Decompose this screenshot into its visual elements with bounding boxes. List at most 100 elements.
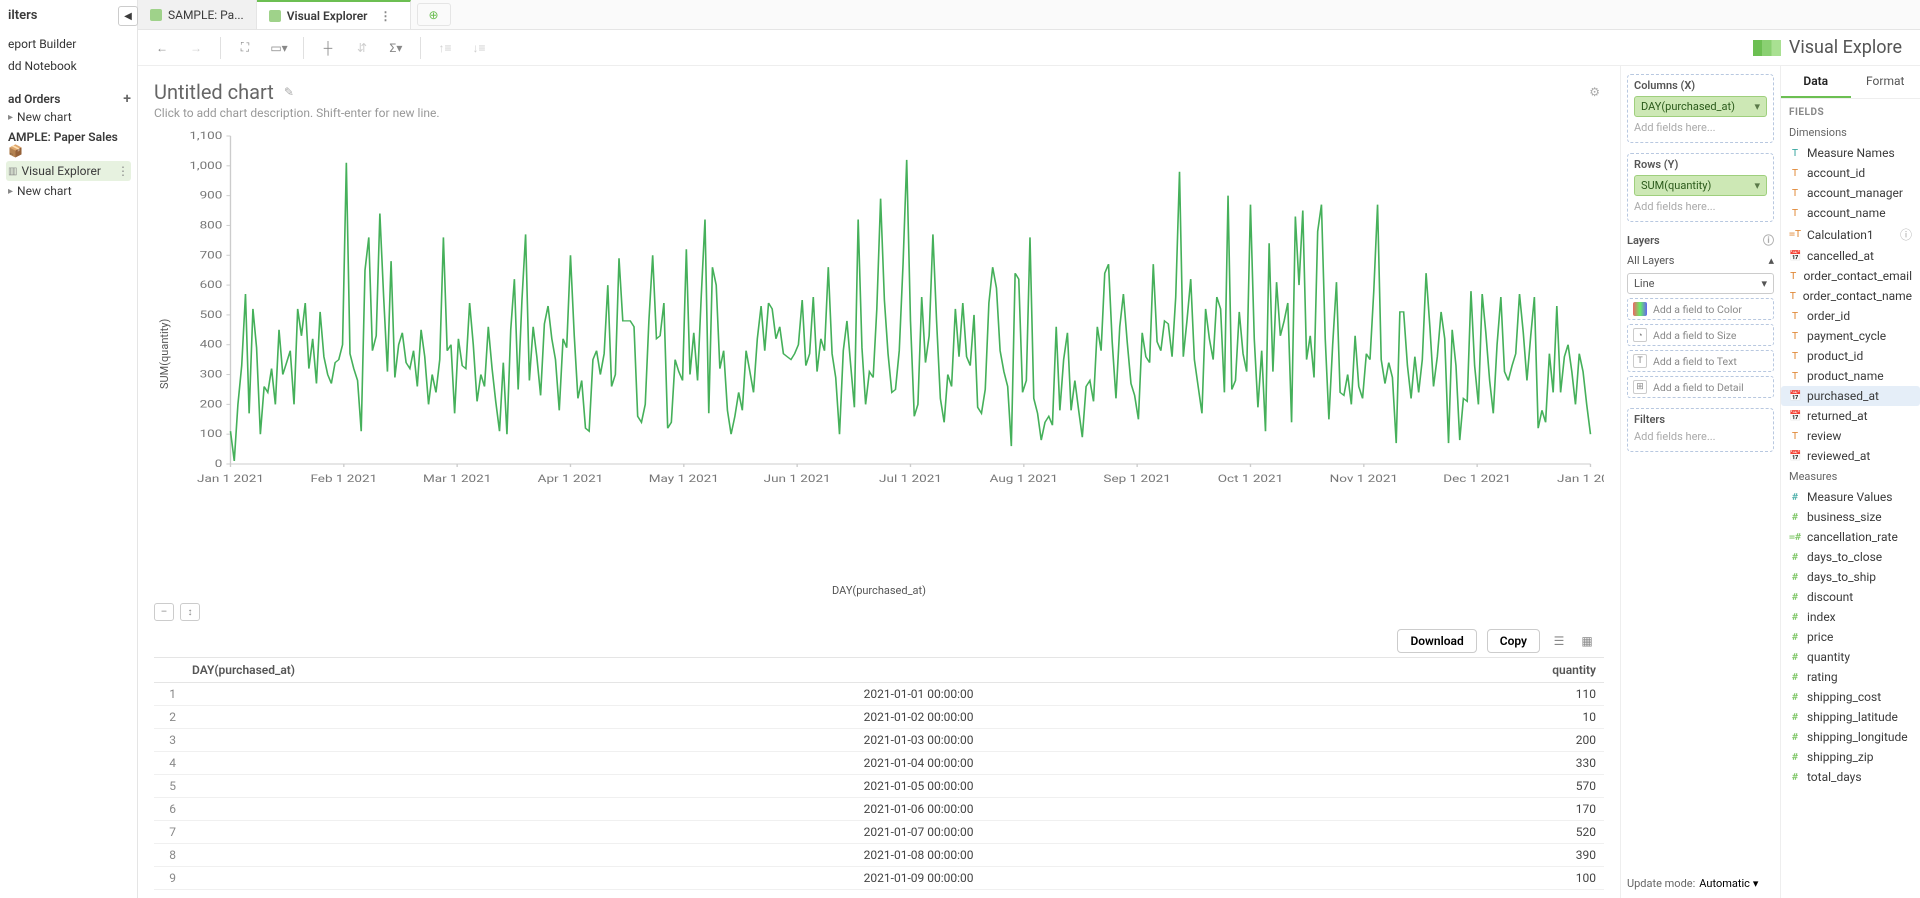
field-days_to_ship[interactable]: # days_to_ship: [1781, 567, 1920, 587]
sample-paper-sales-item[interactable]: AMPLE: Paper Sales 📦: [6, 127, 131, 161]
chart-settings-icon[interactable]: ⚙: [1585, 81, 1604, 103]
tab-visual-explorer[interactable]: Visual Explorer ⋮: [257, 0, 411, 29]
text-drop[interactable]: TAdd a field to Text: [1627, 350, 1774, 372]
field-account_manager[interactable]: T account_manager: [1781, 183, 1920, 203]
field-product_name[interactable]: T product_name: [1781, 366, 1920, 386]
fields-tab-data[interactable]: Data: [1781, 66, 1851, 98]
field-measure-names[interactable]: T Measure Names: [1781, 143, 1920, 163]
field-price[interactable]: # price: [1781, 627, 1920, 647]
columns-pill[interactable]: DAY(purchased_at)▾: [1634, 96, 1767, 117]
fields-tab-format[interactable]: Format: [1851, 66, 1920, 98]
table-row[interactable]: 8 2021-01-08 00:00:00 390: [154, 844, 1604, 867]
undo-button[interactable]: ←: [148, 34, 176, 62]
detail-drop[interactable]: ⊞Add a field to Detail: [1627, 376, 1774, 398]
collapse-chart-button[interactable]: –: [154, 603, 174, 621]
field-cancellation_rate[interactable]: =# cancellation_rate: [1781, 527, 1920, 547]
table-row[interactable]: 6 2021-01-06 00:00:00 170: [154, 798, 1604, 821]
chart-description[interactable]: Click to add chart description. Shift-en…: [154, 106, 1604, 120]
tab-menu-icon[interactable]: ⋮: [374, 9, 398, 23]
rows-placeholder[interactable]: Add fields here...: [1634, 200, 1767, 213]
field-shipping_latitude[interactable]: # shipping_latitude: [1781, 707, 1920, 727]
layers-header[interactable]: Layers ⓘ: [1627, 232, 1774, 248]
field-shipping_longitude[interactable]: # shipping_longitude: [1781, 727, 1920, 747]
field-product_id[interactable]: T product_id: [1781, 346, 1920, 366]
field-order_id[interactable]: T order_id: [1781, 306, 1920, 326]
edit-title-icon[interactable]: ✎: [284, 85, 294, 99]
filters-placeholder[interactable]: Add fields here...: [1634, 430, 1767, 443]
expand-chart-button[interactable]: ↕: [180, 603, 200, 621]
info-icon[interactable]: ⓘ: [1763, 232, 1774, 248]
table-row[interactable]: 4 2021-01-04 00:00:00 330: [154, 752, 1604, 775]
table-row[interactable]: 7 2021-01-07 00:00:00 520: [154, 821, 1604, 844]
add-notebook-link[interactable]: dd Notebook: [6, 55, 131, 77]
field-cancelled_at[interactable]: 📅 cancelled_at: [1781, 246, 1920, 266]
field-purchased_at[interactable]: 📅 purchased_at: [1781, 386, 1920, 406]
field-index[interactable]: # index: [1781, 607, 1920, 627]
field-returned_at[interactable]: 📅 returned_at: [1781, 406, 1920, 426]
swap-button[interactable]: ⇵: [348, 34, 376, 62]
col-date-header[interactable]: DAY(purchased_at): [184, 658, 982, 683]
collapse-sidebar-button[interactable]: ◀: [118, 6, 138, 26]
field-shipping_cost[interactable]: # shipping_cost: [1781, 687, 1920, 707]
field-type-icon: #: [1789, 732, 1801, 743]
mark-type-select[interactable]: Line▾: [1627, 273, 1774, 294]
svg-text:400: 400: [200, 338, 223, 350]
item-menu-icon[interactable]: ⋮: [117, 164, 129, 178]
all-layers-toggle[interactable]: All Layers ▴: [1627, 254, 1774, 267]
table-row[interactable]: 9 2021-01-09 00:00:00 100: [154, 867, 1604, 890]
visual-explorer-item[interactable]: ▥ Visual Explorer ⋮: [6, 161, 131, 181]
tab-sample[interactable]: SAMPLE: Pa...: [138, 0, 257, 29]
copy-button[interactable]: Copy: [1487, 629, 1540, 653]
field-rating[interactable]: # rating: [1781, 667, 1920, 687]
table-view-icon[interactable]: ☰: [1550, 632, 1568, 650]
field-type-icon: #: [1789, 772, 1801, 783]
field-review[interactable]: T review: [1781, 426, 1920, 446]
chart-title[interactable]: Untitled chart: [154, 80, 274, 104]
field-type-icon: #: [1789, 712, 1801, 723]
redo-button[interactable]: →: [182, 34, 210, 62]
rows-shelf[interactable]: Rows (Y) SUM(quantity)▾ Add fields here.…: [1627, 153, 1774, 222]
table-row[interactable]: 5 2021-01-05 00:00:00 570: [154, 775, 1604, 798]
chevron-up-icon: ▴: [1768, 254, 1774, 267]
fit-button[interactable]: ⛶: [231, 34, 259, 62]
sort-desc-button[interactable]: ↓≡: [465, 34, 493, 62]
chart-canvas[interactable]: 01002003004005006007008009001,0001,100Ja…: [171, 130, 1604, 578]
table-row[interactable]: 1 2021-01-01 00:00:00 110: [154, 683, 1604, 706]
col-qty-header[interactable]: quantity: [982, 658, 1605, 683]
field-order_contact_email[interactable]: T order_contact_email: [1781, 266, 1920, 286]
field-business_size[interactable]: # business_size: [1781, 507, 1920, 527]
new-tab-button[interactable]: ⊕: [417, 3, 451, 26]
filters-shelf[interactable]: Filters Add fields here...: [1627, 408, 1774, 452]
field-reviewed_at[interactable]: 📅 reviewed_at: [1781, 446, 1920, 466]
add-axis-button[interactable]: ┼: [314, 34, 342, 62]
field-discount[interactable]: # discount: [1781, 587, 1920, 607]
update-mode-select[interactable]: Automatic ▾: [1699, 877, 1758, 890]
field-account_id[interactable]: T account_id: [1781, 163, 1920, 183]
field-payment_cycle[interactable]: T payment_cycle: [1781, 326, 1920, 346]
field-days_to_close[interactable]: # days_to_close: [1781, 547, 1920, 567]
field-total_days[interactable]: # total_days: [1781, 767, 1920, 787]
color-drop[interactable]: Add a field to Color: [1627, 298, 1774, 320]
field-account_name[interactable]: T account_name: [1781, 203, 1920, 223]
field-measure-values[interactable]: # Measure Values: [1781, 487, 1920, 507]
sort-asc-button[interactable]: ↑≡: [431, 34, 459, 62]
report-builder-link[interactable]: eport Builder: [6, 33, 131, 55]
rows-pill[interactable]: SUM(quantity)▾: [1634, 175, 1767, 196]
size-drop[interactable]: ◔Add a field to Size: [1627, 324, 1774, 346]
card-view-icon[interactable]: ▦: [1578, 632, 1596, 650]
add-chart-icon[interactable]: +: [123, 91, 131, 107]
info-icon[interactable]: ⓘ: [1900, 226, 1912, 243]
table-row[interactable]: 3 2021-01-03 00:00:00 200: [154, 729, 1604, 752]
chart-type-button[interactable]: ▭▾: [265, 34, 293, 62]
table-row[interactable]: 2 2021-01-02 00:00:00 10: [154, 706, 1604, 729]
field-quantity[interactable]: # quantity: [1781, 647, 1920, 667]
columns-shelf[interactable]: Columns (X) DAY(purchased_at)▾ Add field…: [1627, 74, 1774, 143]
aggregate-button[interactable]: Σ▾: [382, 34, 410, 62]
field-shipping_zip[interactable]: # shipping_zip: [1781, 747, 1920, 767]
download-button[interactable]: Download: [1397, 629, 1476, 653]
new-chart-item-2[interactable]: ▸New chart: [6, 181, 131, 201]
field-order_contact_name[interactable]: T order_contact_name: [1781, 286, 1920, 306]
field-calculation1[interactable]: =T Calculation1ⓘ: [1781, 223, 1920, 246]
columns-placeholder[interactable]: Add fields here...: [1634, 121, 1767, 134]
new-chart-item[interactable]: ▸New chart: [6, 107, 131, 127]
